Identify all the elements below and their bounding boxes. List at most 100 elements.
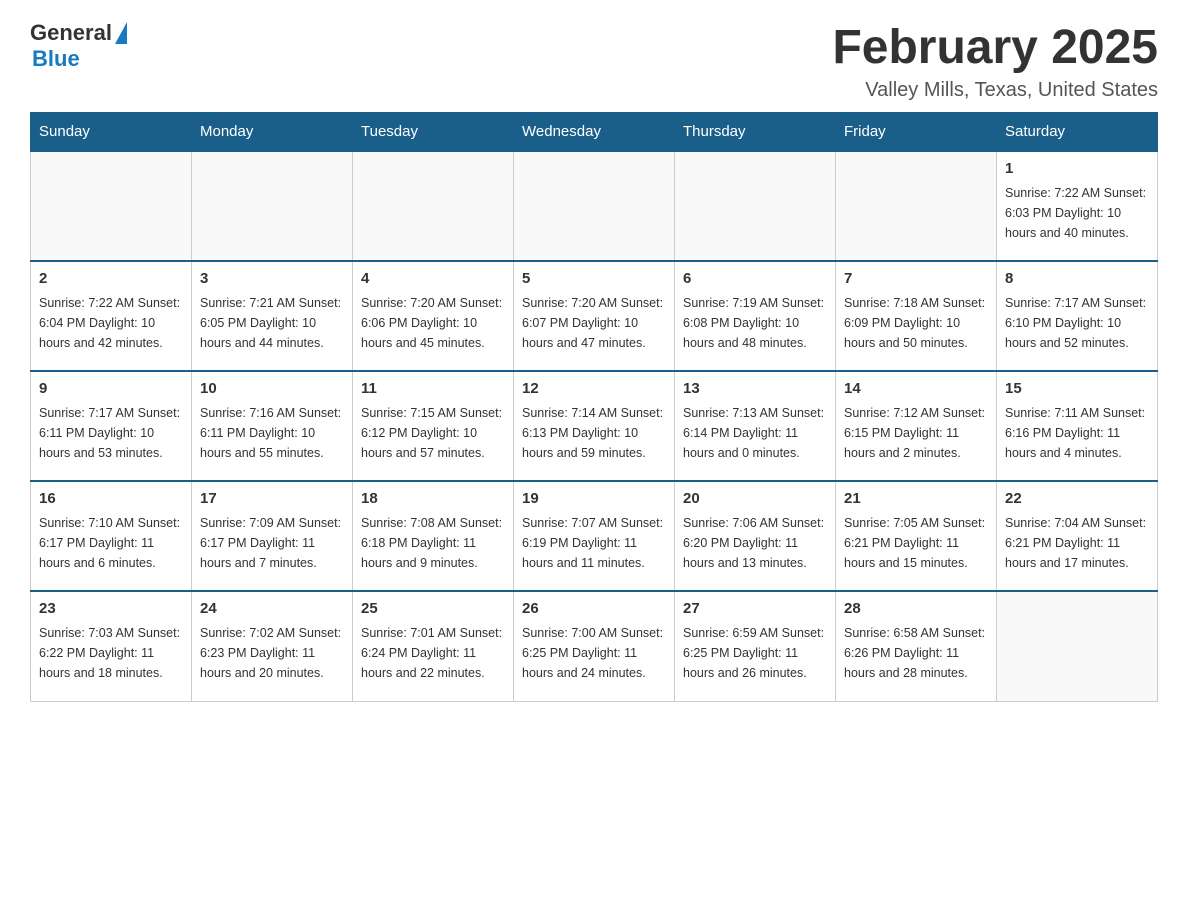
calendar-cell-4-5: 28Sunrise: 6:58 AM Sunset: 6:26 PM Dayli… bbox=[836, 591, 997, 701]
week-row-4: 23Sunrise: 7:03 AM Sunset: 6:22 PM Dayli… bbox=[31, 591, 1158, 701]
calendar-cell-3-4: 20Sunrise: 7:06 AM Sunset: 6:20 PM Dayli… bbox=[675, 481, 836, 591]
day-number: 21 bbox=[844, 488, 988, 511]
week-row-0: 1Sunrise: 7:22 AM Sunset: 6:03 PM Daylig… bbox=[31, 151, 1158, 261]
calendar-cell-0-3 bbox=[514, 151, 675, 261]
logo: General Blue bbox=[30, 20, 127, 72]
day-number: 3 bbox=[200, 268, 344, 291]
day-info: Sunrise: 7:00 AM Sunset: 6:25 PM Dayligh… bbox=[522, 623, 666, 683]
calendar-cell-2-1: 10Sunrise: 7:16 AM Sunset: 6:11 PM Dayli… bbox=[192, 371, 353, 481]
day-info: Sunrise: 7:22 AM Sunset: 6:04 PM Dayligh… bbox=[39, 293, 183, 353]
day-number: 1 bbox=[1005, 158, 1149, 181]
col-monday: Monday bbox=[192, 113, 353, 152]
page-header: General Blue February 2025 Valley Mills,… bbox=[30, 20, 1158, 102]
day-number: 5 bbox=[522, 268, 666, 291]
day-info: Sunrise: 7:17 AM Sunset: 6:10 PM Dayligh… bbox=[1005, 293, 1149, 353]
day-info: Sunrise: 7:13 AM Sunset: 6:14 PM Dayligh… bbox=[683, 403, 827, 463]
day-info: Sunrise: 6:58 AM Sunset: 6:26 PM Dayligh… bbox=[844, 623, 988, 683]
day-number: 20 bbox=[683, 488, 827, 511]
calendar-cell-2-5: 14Sunrise: 7:12 AM Sunset: 6:15 PM Dayli… bbox=[836, 371, 997, 481]
calendar-cell-1-3: 5Sunrise: 7:20 AM Sunset: 6:07 PM Daylig… bbox=[514, 261, 675, 371]
calendar-cell-0-0 bbox=[31, 151, 192, 261]
day-info: Sunrise: 7:20 AM Sunset: 6:06 PM Dayligh… bbox=[361, 293, 505, 353]
day-info: Sunrise: 7:22 AM Sunset: 6:03 PM Dayligh… bbox=[1005, 183, 1149, 243]
day-info: Sunrise: 7:19 AM Sunset: 6:08 PM Dayligh… bbox=[683, 293, 827, 353]
day-number: 8 bbox=[1005, 268, 1149, 291]
day-info: Sunrise: 7:02 AM Sunset: 6:23 PM Dayligh… bbox=[200, 623, 344, 683]
calendar-cell-2-4: 13Sunrise: 7:13 AM Sunset: 6:14 PM Dayli… bbox=[675, 371, 836, 481]
calendar-cell-1-0: 2Sunrise: 7:22 AM Sunset: 6:04 PM Daylig… bbox=[31, 261, 192, 371]
day-number: 9 bbox=[39, 378, 183, 401]
calendar-cell-1-4: 6Sunrise: 7:19 AM Sunset: 6:08 PM Daylig… bbox=[675, 261, 836, 371]
week-row-2: 9Sunrise: 7:17 AM Sunset: 6:11 PM Daylig… bbox=[31, 371, 1158, 481]
day-number: 7 bbox=[844, 268, 988, 291]
col-thursday: Thursday bbox=[675, 113, 836, 152]
day-number: 2 bbox=[39, 268, 183, 291]
calendar-cell-4-2: 25Sunrise: 7:01 AM Sunset: 6:24 PM Dayli… bbox=[353, 591, 514, 701]
day-number: 4 bbox=[361, 268, 505, 291]
calendar-cell-0-6: 1Sunrise: 7:22 AM Sunset: 6:03 PM Daylig… bbox=[997, 151, 1158, 261]
logo-general-text: General bbox=[30, 20, 112, 46]
title-section: February 2025 Valley Mills, Texas, Unite… bbox=[832, 20, 1158, 102]
calendar-cell-2-3: 12Sunrise: 7:14 AM Sunset: 6:13 PM Dayli… bbox=[514, 371, 675, 481]
week-row-1: 2Sunrise: 7:22 AM Sunset: 6:04 PM Daylig… bbox=[31, 261, 1158, 371]
col-sunday: Sunday bbox=[31, 113, 192, 152]
calendar-cell-3-1: 17Sunrise: 7:09 AM Sunset: 6:17 PM Dayli… bbox=[192, 481, 353, 591]
day-info: Sunrise: 7:16 AM Sunset: 6:11 PM Dayligh… bbox=[200, 403, 344, 463]
day-info: Sunrise: 7:10 AM Sunset: 6:17 PM Dayligh… bbox=[39, 513, 183, 573]
day-info: Sunrise: 7:01 AM Sunset: 6:24 PM Dayligh… bbox=[361, 623, 505, 683]
calendar-cell-1-1: 3Sunrise: 7:21 AM Sunset: 6:05 PM Daylig… bbox=[192, 261, 353, 371]
day-number: 26 bbox=[522, 598, 666, 621]
day-info: Sunrise: 7:08 AM Sunset: 6:18 PM Dayligh… bbox=[361, 513, 505, 573]
calendar-cell-3-5: 21Sunrise: 7:05 AM Sunset: 6:21 PM Dayli… bbox=[836, 481, 997, 591]
calendar-cell-0-4 bbox=[675, 151, 836, 261]
week-row-3: 16Sunrise: 7:10 AM Sunset: 6:17 PM Dayli… bbox=[31, 481, 1158, 591]
day-number: 23 bbox=[39, 598, 183, 621]
logo-triangle-icon bbox=[115, 22, 127, 44]
calendar-cell-4-6 bbox=[997, 591, 1158, 701]
day-info: Sunrise: 7:07 AM Sunset: 6:19 PM Dayligh… bbox=[522, 513, 666, 573]
day-number: 28 bbox=[844, 598, 988, 621]
calendar-cell-0-5 bbox=[836, 151, 997, 261]
day-number: 6 bbox=[683, 268, 827, 291]
day-number: 13 bbox=[683, 378, 827, 401]
day-number: 24 bbox=[200, 598, 344, 621]
main-title: February 2025 bbox=[832, 20, 1158, 75]
calendar-cell-0-2 bbox=[353, 151, 514, 261]
day-info: Sunrise: 7:11 AM Sunset: 6:16 PM Dayligh… bbox=[1005, 403, 1149, 463]
calendar-cell-1-6: 8Sunrise: 7:17 AM Sunset: 6:10 PM Daylig… bbox=[997, 261, 1158, 371]
day-number: 25 bbox=[361, 598, 505, 621]
calendar-cell-0-1 bbox=[192, 151, 353, 261]
day-number: 11 bbox=[361, 378, 505, 401]
calendar-cell-4-4: 27Sunrise: 6:59 AM Sunset: 6:25 PM Dayli… bbox=[675, 591, 836, 701]
calendar-cell-3-3: 19Sunrise: 7:07 AM Sunset: 6:19 PM Dayli… bbox=[514, 481, 675, 591]
calendar-table: Sunday Monday Tuesday Wednesday Thursday… bbox=[30, 112, 1158, 702]
day-info: Sunrise: 7:15 AM Sunset: 6:12 PM Dayligh… bbox=[361, 403, 505, 463]
calendar-cell-3-6: 22Sunrise: 7:04 AM Sunset: 6:21 PM Dayli… bbox=[997, 481, 1158, 591]
day-info: Sunrise: 7:18 AM Sunset: 6:09 PM Dayligh… bbox=[844, 293, 988, 353]
day-info: Sunrise: 7:06 AM Sunset: 6:20 PM Dayligh… bbox=[683, 513, 827, 573]
day-number: 19 bbox=[522, 488, 666, 511]
calendar-cell-2-6: 15Sunrise: 7:11 AM Sunset: 6:16 PM Dayli… bbox=[997, 371, 1158, 481]
day-info: Sunrise: 7:17 AM Sunset: 6:11 PM Dayligh… bbox=[39, 403, 183, 463]
subtitle: Valley Mills, Texas, United States bbox=[832, 79, 1158, 102]
logo-blue-text: Blue bbox=[32, 46, 80, 72]
day-info: Sunrise: 7:12 AM Sunset: 6:15 PM Dayligh… bbox=[844, 403, 988, 463]
calendar-cell-1-5: 7Sunrise: 7:18 AM Sunset: 6:09 PM Daylig… bbox=[836, 261, 997, 371]
day-info: Sunrise: 7:21 AM Sunset: 6:05 PM Dayligh… bbox=[200, 293, 344, 353]
day-number: 10 bbox=[200, 378, 344, 401]
calendar-cell-4-1: 24Sunrise: 7:02 AM Sunset: 6:23 PM Dayli… bbox=[192, 591, 353, 701]
calendar-cell-3-0: 16Sunrise: 7:10 AM Sunset: 6:17 PM Dayli… bbox=[31, 481, 192, 591]
day-number: 18 bbox=[361, 488, 505, 511]
calendar-cell-2-0: 9Sunrise: 7:17 AM Sunset: 6:11 PM Daylig… bbox=[31, 371, 192, 481]
col-friday: Friday bbox=[836, 113, 997, 152]
day-number: 14 bbox=[844, 378, 988, 401]
calendar-cell-1-2: 4Sunrise: 7:20 AM Sunset: 6:06 PM Daylig… bbox=[353, 261, 514, 371]
day-number: 27 bbox=[683, 598, 827, 621]
day-info: Sunrise: 7:03 AM Sunset: 6:22 PM Dayligh… bbox=[39, 623, 183, 683]
day-number: 15 bbox=[1005, 378, 1149, 401]
calendar-cell-4-0: 23Sunrise: 7:03 AM Sunset: 6:22 PM Dayli… bbox=[31, 591, 192, 701]
calendar-cell-4-3: 26Sunrise: 7:00 AM Sunset: 6:25 PM Dayli… bbox=[514, 591, 675, 701]
day-info: Sunrise: 7:04 AM Sunset: 6:21 PM Dayligh… bbox=[1005, 513, 1149, 573]
calendar-header-row: Sunday Monday Tuesday Wednesday Thursday… bbox=[31, 113, 1158, 152]
col-saturday: Saturday bbox=[997, 113, 1158, 152]
